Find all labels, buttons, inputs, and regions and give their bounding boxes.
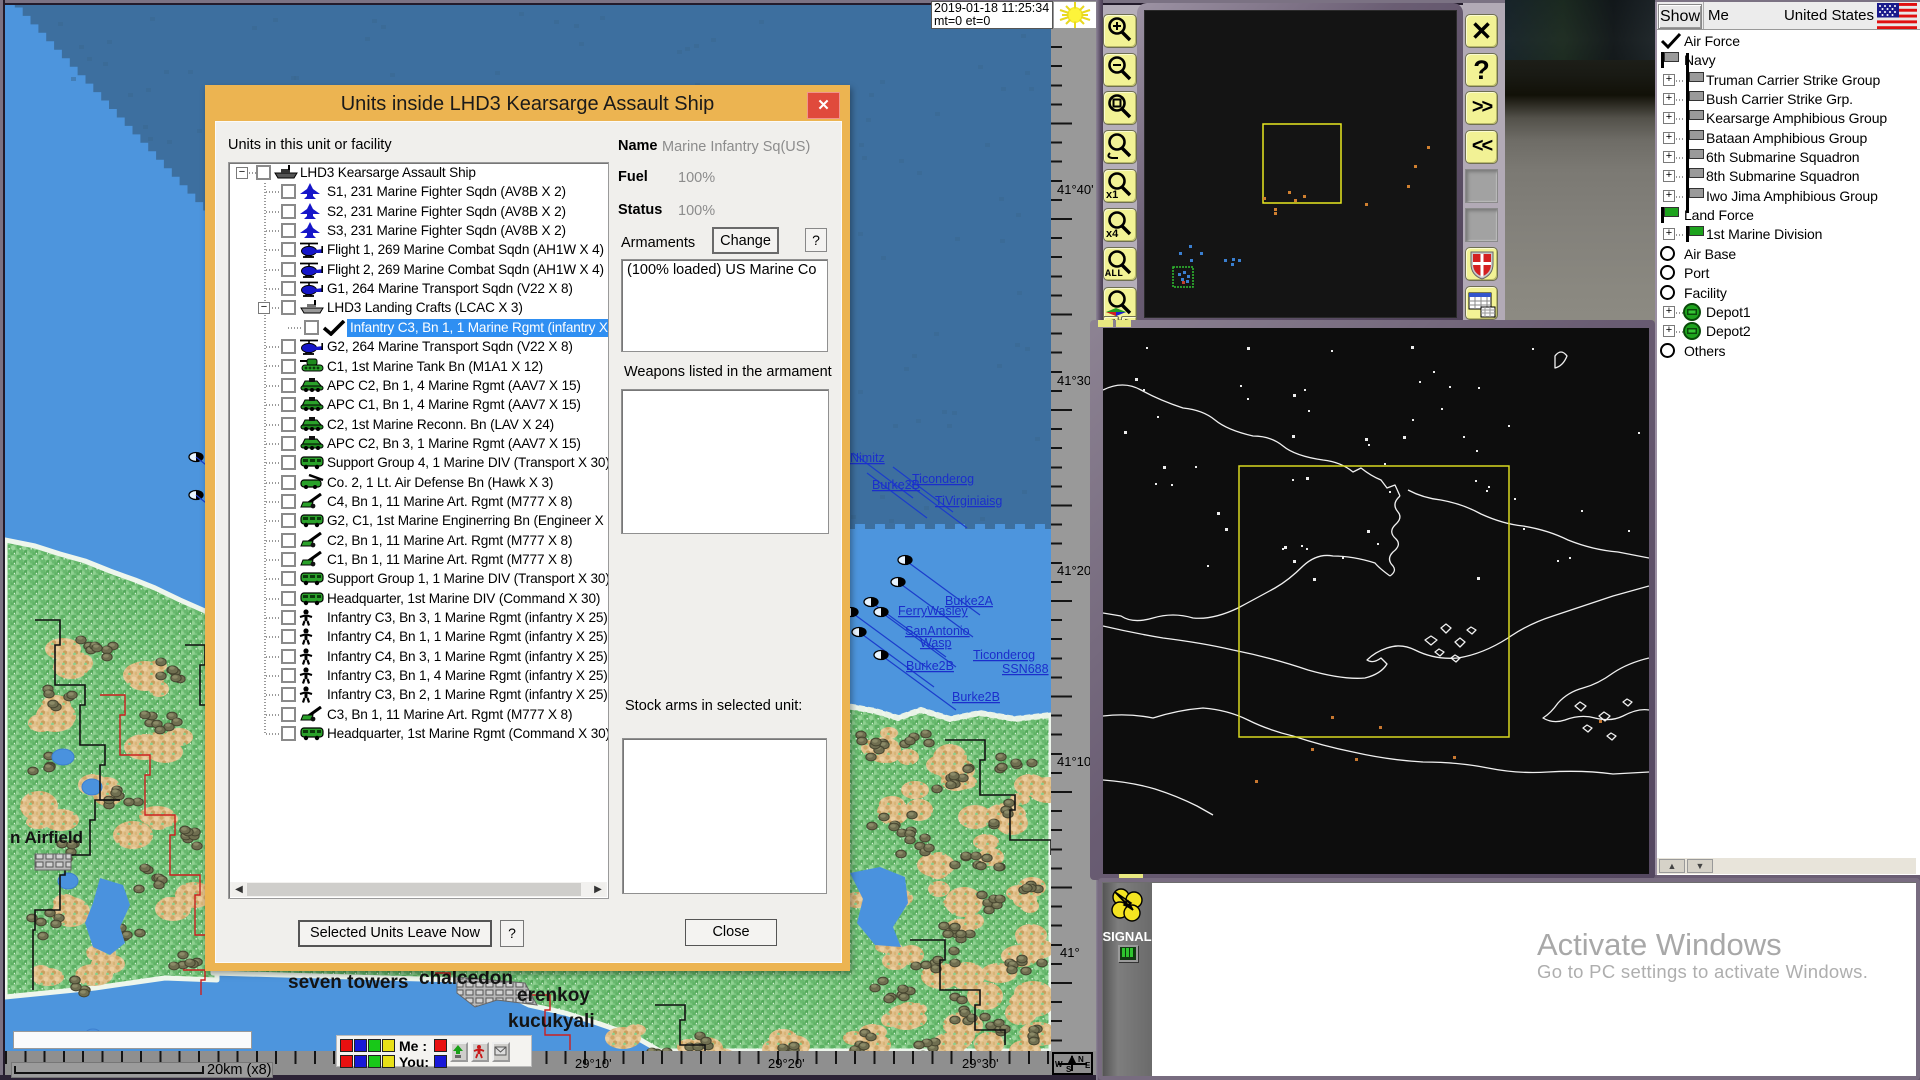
svg-text:TiVirginiaisg: TiVirginiaisg	[935, 494, 1002, 508]
svg-text:Wasp: Wasp	[920, 636, 952, 650]
svg-text:n Airfield: n Airfield	[10, 828, 83, 847]
svg-text:E: E	[1085, 1061, 1091, 1070]
svg-text:chalcedon: chalcedon	[419, 968, 513, 989]
svg-text:N: N	[1078, 1055, 1084, 1064]
svg-text:Burke2B: Burke2B	[952, 690, 1000, 704]
svg-text:Ticonderog: Ticonderog	[912, 472, 974, 486]
svg-text:W: W	[1055, 1060, 1063, 1069]
svg-text:x4: x4	[1106, 228, 1119, 239]
svg-text:Ticonderog: Ticonderog	[973, 648, 1035, 662]
svg-text:FerryWasley: FerryWasley	[898, 604, 968, 618]
svg-text:kucukyali: kucukyali	[508, 1011, 595, 1032]
svg-text:ALL: ALL	[1105, 269, 1123, 278]
svg-text:S: S	[1066, 1065, 1072, 1073]
svg-text:Nimitz: Nimitz	[850, 451, 885, 465]
svg-text:x1: x1	[1106, 189, 1118, 200]
svg-text:seven towers: seven towers	[288, 972, 408, 993]
svg-text:SSN688: SSN688	[1002, 662, 1049, 676]
svg-text:erenkoy: erenkoy	[517, 985, 590, 1006]
svg-text:Burke2B: Burke2B	[906, 659, 954, 673]
